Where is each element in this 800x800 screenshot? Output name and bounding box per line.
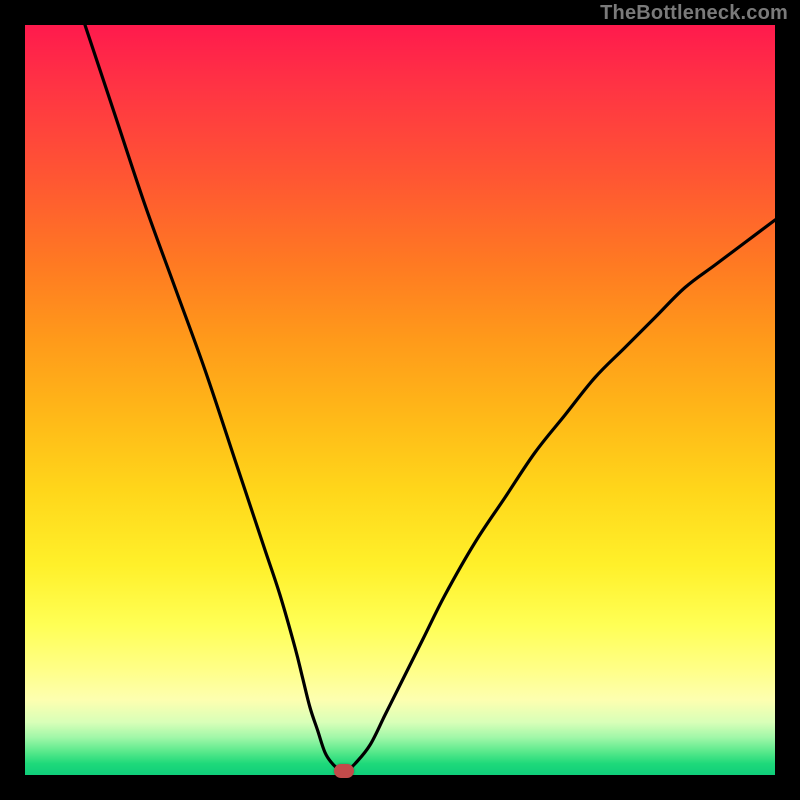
curve-svg bbox=[25, 25, 775, 775]
left-branch-curve bbox=[85, 25, 340, 771]
chart-frame: TheBottleneck.com bbox=[0, 0, 800, 800]
optimum-marker bbox=[334, 764, 354, 778]
right-branch-curve bbox=[348, 220, 776, 771]
watermark-text: TheBottleneck.com bbox=[600, 2, 788, 25]
plot-area bbox=[25, 25, 775, 775]
